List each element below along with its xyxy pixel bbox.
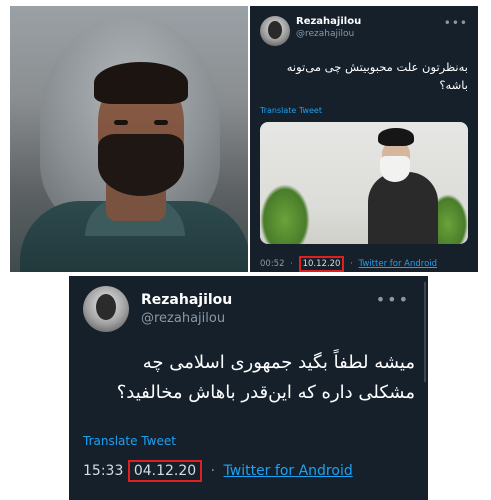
tweet-author-handle[interactable]: @rezahajilou — [141, 311, 225, 326]
meta-separator: · — [350, 259, 353, 269]
more-horizontal-icon[interactable]: ••• — [376, 290, 410, 309]
tweet-text: به‌نظرتون علت محبوبیتش چی می‌تونه باشه؟ — [286, 60, 468, 92]
photo-eye-left — [114, 120, 128, 125]
tweet-meta: 00:52 · 10.12.20 · Twitter for Android — [260, 256, 437, 272]
tweet-author-handle[interactable]: @rezahajilou — [296, 29, 354, 39]
tweet-image[interactable] — [260, 122, 468, 244]
photo-hair — [94, 62, 188, 104]
scrollbar[interactable] — [424, 282, 426, 382]
tweet-author-name[interactable]: Rezahajilou — [141, 292, 232, 308]
more-horizontal-icon[interactable]: ••• — [444, 16, 468, 30]
photo-eye-right — [154, 120, 168, 125]
tweet-date-highlighted[interactable]: 04.12.20 — [127, 460, 203, 482]
tweet-source-link[interactable]: Twitter for Android — [224, 463, 353, 479]
tweet-text: میشه لطفاً بگید جمهوری اسلامی چه مشکلی د… — [116, 352, 415, 403]
image-robe — [368, 172, 438, 244]
profile-photo — [10, 6, 248, 272]
meta-separator: · — [290, 259, 293, 269]
tweet-date-highlighted[interactable]: 10.12.20 — [298, 256, 345, 272]
meta-separator: · — [210, 463, 216, 479]
tweet-card-top: Rezahajilou @rezahajilou ••• به‌نظرتون ع… — [250, 6, 478, 272]
tweet-source-link[interactable]: Twitter for Android — [359, 259, 437, 269]
tweet-card-bottom: Rezahajilou @rezahajilou ••• میشه لطفاً … — [69, 276, 428, 500]
avatar[interactable] — [260, 16, 290, 46]
image-beard — [380, 156, 410, 182]
tweet-time: 15:33 — [83, 463, 124, 479]
tweet-author-name[interactable]: Rezahajilou — [296, 16, 361, 27]
image-turban — [378, 128, 414, 146]
translate-tweet-link[interactable]: Translate Tweet — [260, 106, 322, 115]
image-tree-left — [260, 184, 310, 244]
tweet-meta: 15:33 04.12.20 · Twitter for Android — [83, 460, 353, 482]
tweet-time: 00:52 — [260, 259, 285, 269]
photo-beard — [98, 134, 184, 196]
avatar[interactable] — [83, 286, 129, 332]
translate-tweet-link[interactable]: Translate Tweet — [83, 434, 176, 448]
